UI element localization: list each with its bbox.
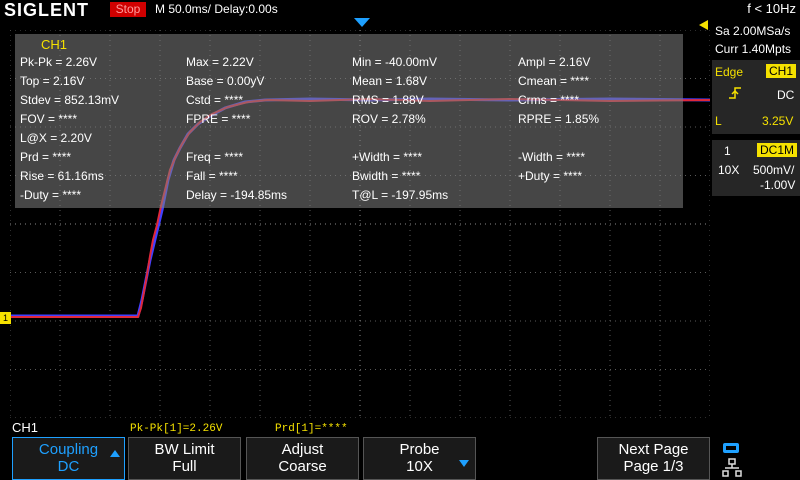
timebase-readout[interactable]: M 50.0ms/ Delay:0.00s: [155, 2, 278, 16]
status-channel: CH1: [12, 420, 39, 435]
channel-coupling: DC1M: [757, 143, 798, 157]
rising-edge-icon: [729, 87, 741, 99]
measurement-item: -Duty = ****: [20, 188, 82, 202]
measurement-panel-title: CH1: [41, 37, 68, 52]
next-page-softkey[interactable]: Next Page Page 1/3: [597, 437, 710, 480]
run-state-badge[interactable]: Stop: [110, 2, 146, 17]
chevron-down-icon: [459, 460, 469, 467]
adjust-value: Coarse: [278, 458, 327, 475]
status-bar: CH1 Pk-Pk[1]=2.26V Prd[1]=****: [0, 420, 800, 436]
coupling-label: Coupling: [38, 441, 99, 458]
measurement-item: Pk-Pk = 2.26V: [20, 55, 98, 69]
trigger-position-marker[interactable]: [354, 18, 370, 27]
trigger-source: CH1: [766, 64, 797, 78]
probe-softkey[interactable]: Probe 10X: [363, 437, 476, 480]
measurement-item: RPRE = 1.85%: [518, 112, 600, 126]
measurement-item: RMS = 1.88V: [352, 93, 424, 107]
brand-logo: SIGLENT: [4, 0, 90, 20]
chevron-up-icon: [110, 450, 120, 457]
bw-limit-value: Full: [172, 458, 197, 475]
page-indicator: Page 1/3: [623, 458, 684, 475]
channel-number: 1: [724, 144, 731, 158]
measurement-item: +Duty = ****: [518, 169, 583, 183]
measurement-item: Max = 2.22V: [186, 55, 254, 69]
coupling-value: DC: [57, 458, 80, 475]
measurement-item: T@L = -197.95ms: [352, 188, 449, 202]
measurement-item: Ampl = 2.16V: [518, 55, 591, 69]
measurement-item: Rise = 61.16ms: [20, 169, 104, 183]
bw-limit-label: BW Limit: [154, 441, 215, 458]
trigger-level-label: L: [715, 114, 722, 128]
bw-limit-softkey[interactable]: BW Limit Full: [128, 437, 241, 480]
measurement-item: +Width = ****: [352, 150, 423, 164]
measurement-item: Bwidth = ****: [352, 169, 421, 183]
usb-storage-icon: [723, 443, 739, 453]
measurement-item: Stdev = 852.13mV: [20, 93, 120, 107]
trigger-type: Edge: [715, 65, 744, 79]
trigger-level: 3.25V: [762, 114, 794, 128]
frequency-counter: f < 10Hz: [747, 1, 796, 16]
adjust-softkey[interactable]: Adjust Coarse: [246, 437, 359, 480]
channel-offset: -1.00V: [760, 178, 796, 192]
measurement-item: Crms = ****: [518, 93, 580, 107]
measurement-item: -Width = ****: [518, 150, 586, 164]
trigger-coupling: DC: [777, 88, 795, 102]
sample-rate: Sa 2.00MSa/s: [715, 24, 791, 38]
network-icon: [722, 458, 742, 477]
coupling-softkey[interactable]: Coupling DC: [12, 437, 125, 480]
measurement-item: Prd = ****: [20, 150, 72, 164]
measurement-item: Fall = ****: [186, 169, 238, 183]
adjust-label: Adjust: [281, 441, 324, 458]
measurement-item: FPRE = ****: [186, 112, 251, 126]
next-page-label: Next Page: [618, 441, 689, 458]
top-bar: SIGLENT Stop M 50.0ms/ Delay:0.00s f < 1…: [0, 0, 800, 20]
measurement-item: Min = -40.00mV: [352, 55, 438, 69]
trigger-level-arrow-icon: [699, 20, 708, 30]
channel1-offset-marker[interactable]: 1: [0, 312, 11, 324]
measurement-item: ROV = 2.78%: [352, 112, 426, 126]
measurement-item: FOV = ****: [20, 112, 78, 126]
memory-depth: Curr 1.40Mpts: [715, 42, 792, 56]
status-prd: Prd[1]=****: [275, 423, 348, 435]
volts-per-div: 500mV/: [753, 163, 795, 177]
probe-ratio: 10X: [718, 163, 740, 177]
probe-label: Probe: [399, 441, 440, 458]
measurement-item: Base = 0.00yV: [186, 74, 265, 88]
measurement-item: Freq = ****: [186, 150, 244, 164]
measurement-item: Cstd = ****: [186, 93, 244, 107]
measurement-item: L@X = 2.20V: [20, 131, 92, 145]
measurement-item: Delay = -194.85ms: [186, 188, 288, 202]
measurement-item: Cmean = ****: [518, 74, 590, 88]
status-pkpk: Pk-Pk[1]=2.26V: [130, 423, 223, 435]
measurement-item: Mean = 1.68V: [352, 74, 428, 88]
measurement-item: Top = 2.16V: [20, 74, 85, 88]
